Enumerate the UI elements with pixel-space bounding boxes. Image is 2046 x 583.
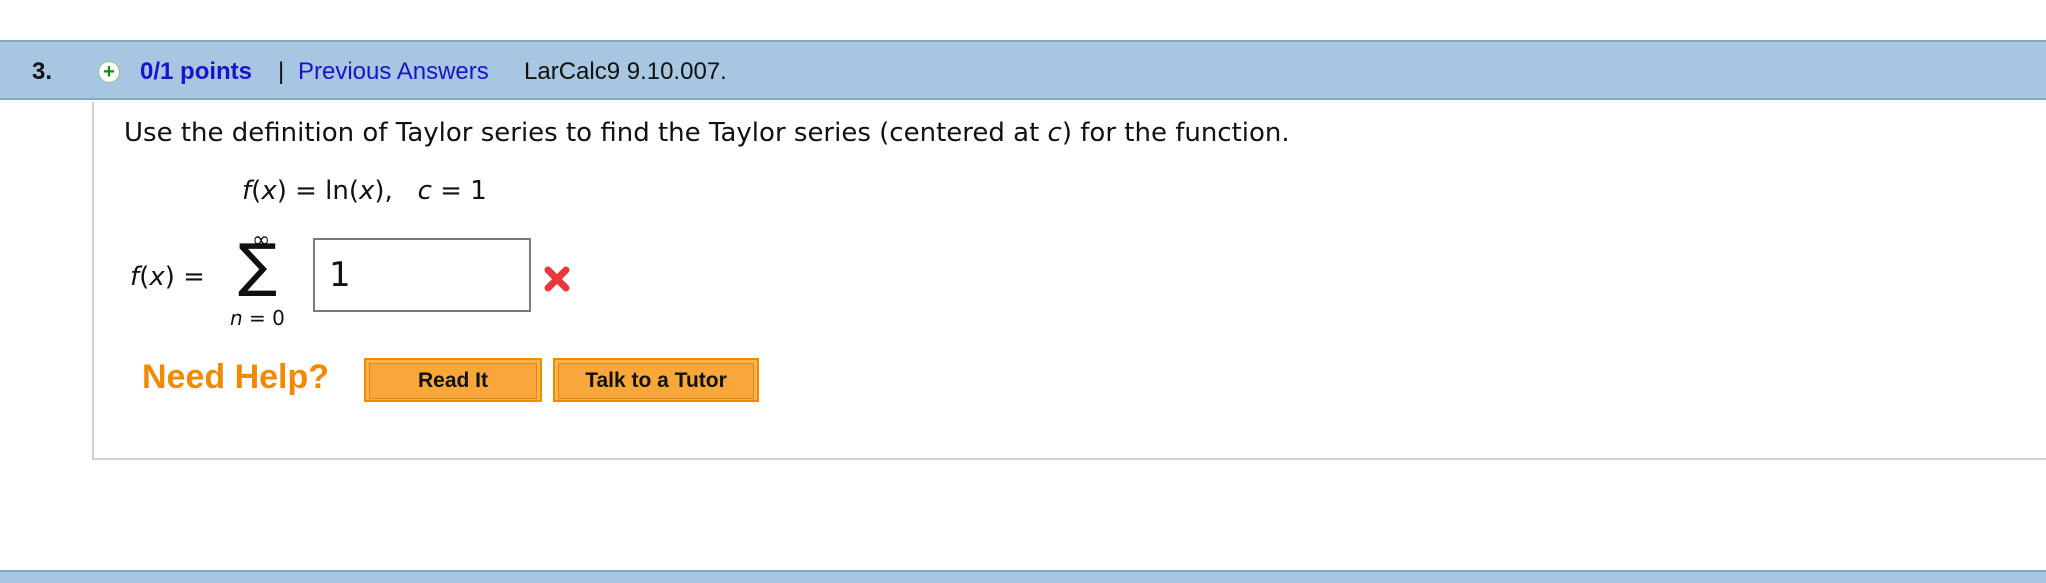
prompt-text-before: Use the definition of Taylor series to f… <box>124 118 1048 148</box>
sum-lower-rest: = 0 <box>242 306 285 330</box>
series-lhs-x: x <box>149 262 165 292</box>
given-c-var: c <box>417 176 432 206</box>
question-prompt: Use the definition of Taylor series to f… <box>124 118 1290 148</box>
question-number: 3. <box>32 58 53 85</box>
read-it-button[interactable]: Read It <box>364 358 542 402</box>
given-function: f(x) = ln(x), c = 1 <box>242 176 487 206</box>
given-f: f <box>242 176 252 206</box>
sum-lower-var: n <box>230 306 243 330</box>
answer-input[interactable] <box>313 238 531 312</box>
prompt-variable-c: c <box>1047 118 1062 148</box>
need-help-label: Need Help? <box>142 358 330 396</box>
given-open-paren: ( <box>251 176 262 206</box>
next-question-header <box>0 570 2046 583</box>
given-close: ), <box>374 176 393 206</box>
given-x: x <box>261 176 277 206</box>
incorrect-x-icon <box>544 266 570 292</box>
talk-to-tutor-label: Talk to a Tutor <box>558 363 754 399</box>
header-separator: | <box>278 58 285 85</box>
series-lhs: f(x) = <box>130 262 205 292</box>
series-lhs-f: f <box>130 262 140 292</box>
question-header: 3. + 0/1 points | Previous Answers LarCa… <box>0 40 2046 100</box>
series-lhs-open: ( <box>139 262 150 292</box>
talk-to-tutor-button[interactable]: Talk to a Tutor <box>553 358 759 402</box>
given-x-arg: x <box>359 176 375 206</box>
series-lhs-close: ) = <box>164 262 205 292</box>
previous-answers-link[interactable]: Previous Answers <box>298 58 489 86</box>
given-c-value: = 1 <box>431 176 487 206</box>
read-it-label: Read It <box>369 363 537 399</box>
given-equals-ln: ) = ln( <box>276 176 360 206</box>
points-link[interactable]: 0/1 points <box>140 58 252 86</box>
sum-lower-limit: n = 0 <box>230 306 285 330</box>
prompt-text-after: ) for the function. <box>1061 118 1290 148</box>
summation-symbol: ∑ <box>238 231 278 299</box>
expand-plus-icon[interactable]: + <box>98 61 120 83</box>
question-source: LarCalc9 9.10.007. <box>524 58 727 85</box>
